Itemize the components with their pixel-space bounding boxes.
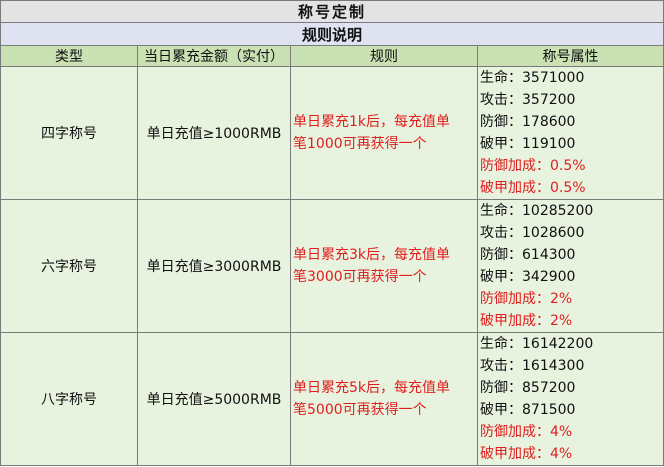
cell-rule[interactable]: 单日累充3k后，每充值单 笔3000可再获得一个 [290,199,478,333]
cell-type[interactable]: 八字称号 [0,332,138,466]
attr-attack: 攻击：1028600 [480,225,585,241]
cell-condition[interactable]: 单日充值≥5000RMB [137,332,291,466]
cell-attributes[interactable]: 生命：3571000 攻击：357200 防御：178600 破甲：119100… [476,66,664,200]
header-rule[interactable]: 规则 [290,45,478,67]
cell-type[interactable]: 四字称号 [0,66,138,200]
attr-hp: 生命：16142200 [480,336,594,352]
attr-armor-break-bonus: 破甲加成：4% [480,446,573,462]
rule-line: 单日累充3k后，每充值单 [293,247,451,263]
cell-attributes[interactable]: 生命：16142200 攻击：1614300 防御：857200 破甲：8715… [476,332,664,466]
attr-defense-bonus: 防御加成：0.5% [480,158,586,174]
title-customization-table: 称号定制 规则说明 类型 当日累充金额（实付） 规则 称号属性 四字称号 单日充… [0,0,664,466]
title-row: 称号定制 [0,0,664,23]
attr-attack: 攻击：357200 [480,92,576,108]
cell-condition[interactable]: 单日充值≥1000RMB [137,66,291,200]
attr-hp: 生命：3571000 [480,70,585,86]
attr-defense-bonus: 防御加成：4% [480,424,573,440]
attr-armor-break-bonus: 破甲加成：0.5% [480,180,586,196]
spreadsheet: 称号定制 规则说明 类型 当日累充金额（实付） 规则 称号属性 四字称号 单日充… [0,0,664,467]
header-daily-amount[interactable]: 当日累充金额（实付） [137,45,291,67]
attr-armor-break-bonus: 破甲加成：2% [480,313,573,329]
header-row: 类型 当日累充金额（实付） 规则 称号属性 [0,45,664,67]
rule-line: 单日累充1k后，每充值单 [293,114,451,130]
rule-line: 笔5000可再获得一个 [293,402,427,418]
attr-defense: 防御：178600 [480,114,576,130]
header-type[interactable]: 类型 [0,45,138,67]
attr-armor-break: 破甲：871500 [480,402,576,418]
attr-defense: 防御：614300 [480,247,576,263]
sheet-subtitle[interactable]: 规则说明 [0,22,664,46]
attr-hp: 生命：10285200 [480,203,594,219]
cell-type[interactable]: 六字称号 [0,199,138,333]
rule-line: 单日累充5k后，每充值单 [293,380,451,396]
table-row: 六字称号 单日充值≥3000RMB 单日累充3k后，每充值单 笔3000可再获得… [0,199,664,333]
attr-armor-break: 破甲：119100 [480,136,576,152]
rule-line: 笔1000可再获得一个 [293,136,427,152]
subtitle-row: 规则说明 [0,22,664,46]
cell-rule[interactable]: 单日累充1k后，每充值单 笔1000可再获得一个 [290,66,478,200]
cell-rule[interactable]: 单日累充5k后，每充值单 笔5000可再获得一个 [290,332,478,466]
table-row: 八字称号 单日充值≥5000RMB 单日累充5k后，每充值单 笔5000可再获得… [0,332,664,466]
sheet-title[interactable]: 称号定制 [0,0,664,23]
rule-line: 笔3000可再获得一个 [293,269,427,285]
attr-defense-bonus: 防御加成：2% [480,291,573,307]
cell-attributes[interactable]: 生命：10285200 攻击：1028600 防御：614300 破甲：3429… [476,199,664,333]
table-row: 四字称号 单日充值≥1000RMB 单日累充1k后，每充值单 笔1000可再获得… [0,66,664,200]
attr-defense: 防御：857200 [480,380,576,396]
header-attributes[interactable]: 称号属性 [476,45,664,67]
attr-armor-break: 破甲：342900 [480,269,576,285]
cell-condition[interactable]: 单日充值≥3000RMB [137,199,291,333]
attr-attack: 攻击：1614300 [480,358,585,374]
